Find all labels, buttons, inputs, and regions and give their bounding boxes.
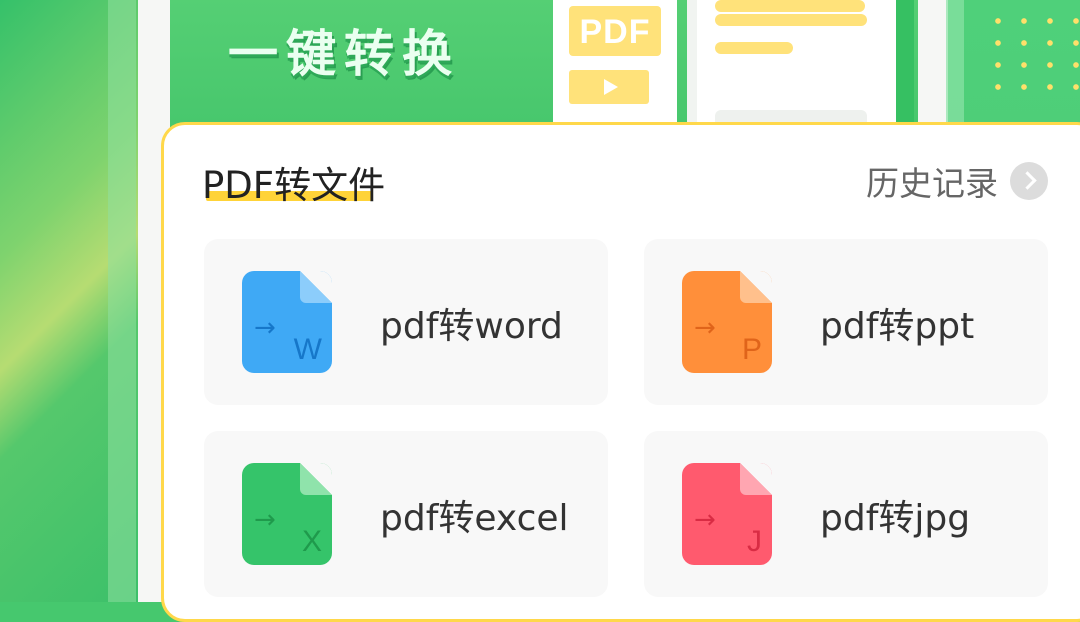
banner-edge <box>896 0 914 140</box>
section-title: PDF转文件 <box>202 164 386 207</box>
decorative-dot-grid <box>985 10 1080 90</box>
chevron-right-icon <box>1010 162 1048 200</box>
tool-label: pdf转jpg <box>820 498 971 539</box>
tool-pdf-to-word[interactable]: → W pdf转word <box>204 239 608 405</box>
tool-pdf-to-ppt[interactable]: → P pdf转ppt <box>644 239 1048 405</box>
excel-file-icon: → X <box>242 463 332 565</box>
history-label: 历史记录 <box>866 164 998 203</box>
pdf-convert-card: PDF转文件 历史记录 → W pdf转word → P pdf转ppt → X… <box>161 122 1080 622</box>
list-line <box>715 42 793 54</box>
jpg-file-icon: → J <box>682 463 772 565</box>
list-line <box>715 14 867 26</box>
pdf-doc-icon: PDF <box>569 6 661 56</box>
banner-document-illustration: PDF <box>553 0 677 140</box>
ppt-file-icon: → P <box>682 271 772 373</box>
tool-label: pdf转excel <box>380 498 569 539</box>
tool-pdf-to-jpg[interactable]: → J pdf转jpg <box>644 431 1048 597</box>
banner-list-illustration <box>697 0 897 140</box>
word-file-icon: → W <box>242 271 332 373</box>
banner-title: 一键转换 <box>228 25 460 83</box>
history-button[interactable]: 历史记录 <box>866 157 1048 205</box>
promo-banner[interactable]: 一键转换 PDF <box>170 0 918 140</box>
tool-label: pdf转word <box>380 306 563 347</box>
background-left-strip <box>108 0 136 602</box>
tool-pdf-to-excel[interactable]: → X pdf转excel <box>204 431 608 597</box>
play-icon <box>569 70 649 104</box>
list-line <box>715 0 865 12</box>
tool-label: pdf转ppt <box>820 306 975 347</box>
